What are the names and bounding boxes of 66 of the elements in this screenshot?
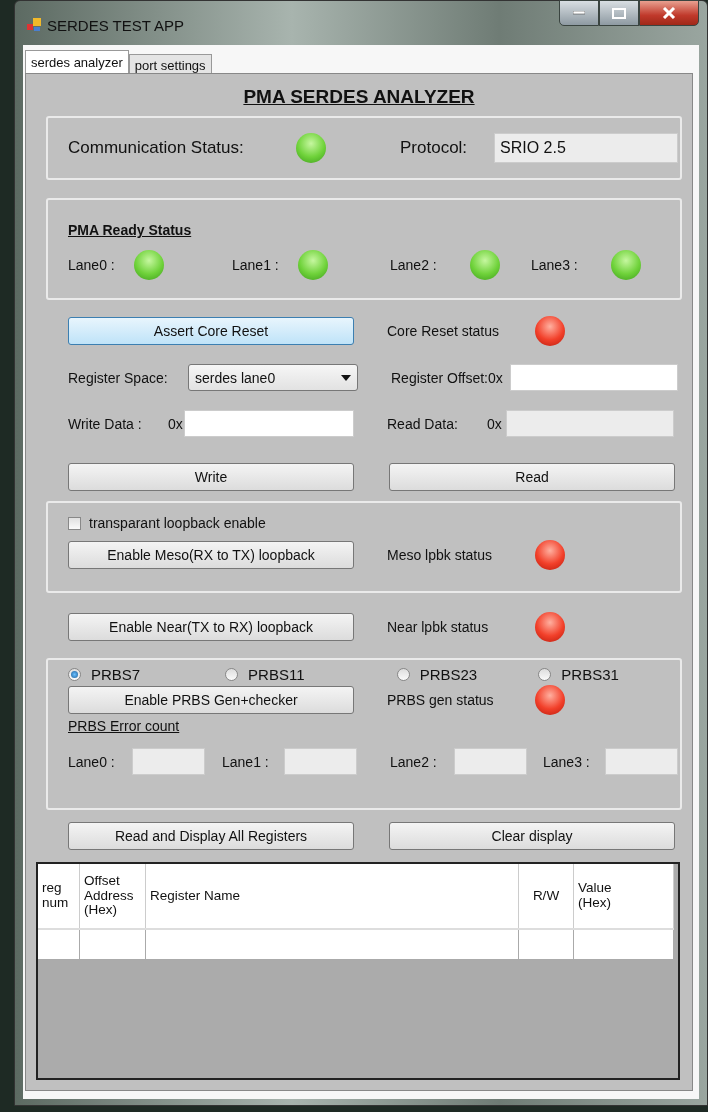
- radio-option[interactable]: PRBS23: [396, 666, 539, 683]
- field-label: Communication Status:: [68, 138, 245, 158]
- error-count-field[interactable]: [605, 748, 678, 775]
- close-button[interactable]: [639, 0, 699, 26]
- section-title: PMA Ready Status: [68, 222, 192, 238]
- status-label: Core Reset status: [387, 323, 501, 339]
- write-data-field[interactable]: [184, 410, 354, 437]
- maximize-icon: [612, 7, 626, 19]
- field-label: Write Data :: [68, 415, 143, 432]
- error-count-field[interactable]: [284, 748, 357, 775]
- minimize-icon: [573, 11, 585, 15]
- enable-meso-loopback-button[interactable]: Enable Meso(RX to TX) loopback: [68, 541, 354, 569]
- section-title: PRBS Error count: [68, 718, 180, 734]
- radio-indicator[interactable]: [396, 668, 410, 681]
- lane-label: Lane3 :: [543, 753, 591, 770]
- lane-label: Lane2 :: [390, 753, 438, 770]
- read-data-field[interactable]: [506, 410, 674, 437]
- assert-core-reset-button[interactable]: Assert Core Reset: [68, 317, 354, 345]
- radio-indicator[interactable]: [225, 668, 239, 681]
- hex-prefix: 0x: [487, 415, 503, 432]
- column-header[interactable]: Value (Hex): [574, 864, 674, 928]
- hex-prefix: 0x: [168, 415, 184, 432]
- tab[interactable]: port settings: [128, 54, 212, 73]
- window-title: SERDES TEST APP: [47, 17, 184, 34]
- lane-label: Lane3 :: [531, 257, 579, 273]
- lane-label: Lane0 :: [68, 257, 116, 273]
- minimize-button[interactable]: [559, 0, 599, 26]
- radio-option[interactable]: PRBS31: [538, 666, 680, 683]
- lane-label: Lane2 :: [390, 257, 438, 273]
- clear-display-button[interactable]: Clear display: [389, 822, 675, 850]
- tab[interactable]: serdes analyzer: [25, 50, 129, 73]
- checkbox-label: transparant loopback enable: [89, 515, 266, 531]
- field-label: Read Data:: [387, 415, 459, 432]
- lane-label: Lane1 :: [222, 753, 270, 770]
- column-header[interactable]: R/W: [519, 864, 574, 928]
- error-count-field[interactable]: [454, 748, 527, 775]
- column-header[interactable]: Register Name: [146, 864, 519, 928]
- radio-option[interactable]: PRBS11: [225, 666, 397, 683]
- enable-near-loopback-button[interactable]: Enable Near(TX to RX) loopback: [68, 613, 354, 641]
- close-icon: [662, 7, 676, 19]
- field-label: Protocol:: [400, 138, 469, 158]
- radio-option[interactable]: PRBS7: [68, 666, 226, 683]
- column-header[interactable]: reg num: [38, 864, 80, 928]
- write-button[interactable]: Write: [68, 463, 354, 491]
- lane-label: Lane1 :: [232, 257, 280, 273]
- register-offset-field[interactable]: [510, 364, 678, 391]
- column-header[interactable]: Offset Address (Hex): [80, 864, 146, 928]
- error-count-field[interactable]: [132, 748, 205, 775]
- read-all-registers-button[interactable]: Read and Display All Registers: [68, 822, 354, 850]
- protocol-field[interactable]: SRIO 2.5: [494, 133, 678, 163]
- caret-icon: [341, 374, 351, 381]
- page-heading: PMA SERDES ANALYZER: [243, 86, 475, 108]
- field-label: Register Offset:0x: [391, 369, 504, 386]
- checkbox[interactable]: [68, 516, 81, 530]
- radio-indicator[interactable]: [538, 668, 552, 681]
- status-label: Near lpbk status: [387, 619, 490, 635]
- register-space-dropdown[interactable]: serdes lane0: [188, 364, 358, 391]
- app-icon: [27, 18, 41, 32]
- read-button[interactable]: Read: [389, 463, 675, 491]
- status-label: PRBS gen status: [387, 692, 495, 708]
- lane-label: Lane0 :: [68, 753, 116, 770]
- radio-indicator[interactable]: [68, 668, 81, 681]
- enable-prbs-button[interactable]: Enable PRBS Gen+checker: [68, 686, 354, 714]
- maximize-button[interactable]: [599, 0, 639, 26]
- field-label: Register Space:: [68, 369, 169, 386]
- status-label: Meso lpbk status: [387, 547, 494, 563]
